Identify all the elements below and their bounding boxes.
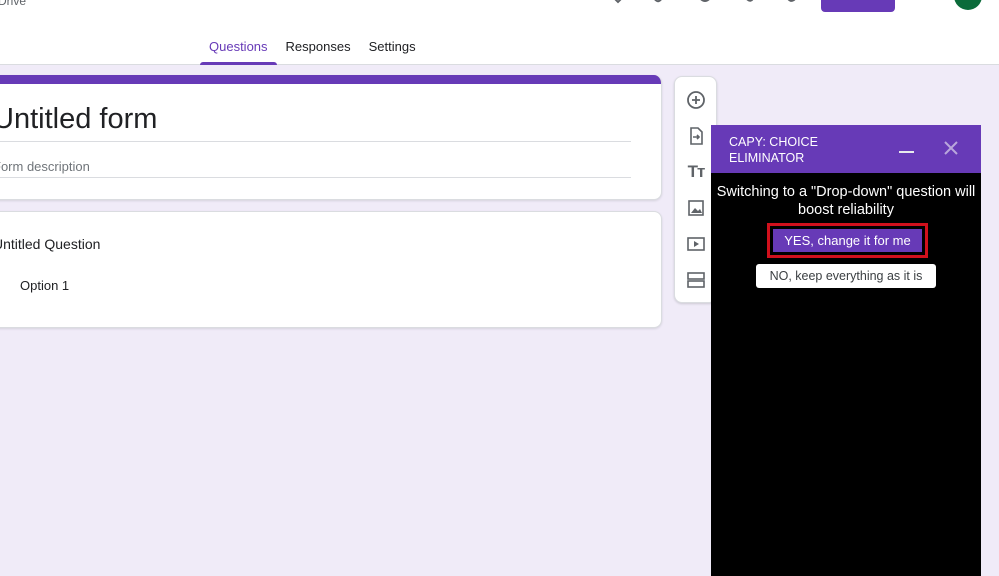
- form-description-field[interactable]: Form description: [0, 159, 90, 174]
- form-tabs: Questions Responses Settings: [200, 33, 425, 65]
- undo-icon[interactable]: [694, 0, 716, 12]
- add-question-icon[interactable]: [685, 89, 707, 111]
- no-keep-button[interactable]: NO, keep everything as it is: [756, 264, 936, 288]
- app-header: Drive Questions Responses Settings: [0, 0, 999, 65]
- form-title-card[interactable]: Untitled form Form description: [0, 75, 662, 200]
- question-card[interactable]: Untitled Question Option 1: [0, 211, 662, 328]
- preview-icon[interactable]: [646, 0, 668, 12]
- add-section-icon[interactable]: [685, 269, 707, 291]
- tab-responses[interactable]: Responses: [277, 33, 360, 65]
- capy-panel: CAPY: CHOICE ELIMINATOR Switching to a "…: [711, 125, 981, 576]
- import-questions-icon[interactable]: [685, 125, 707, 147]
- title-card-accent-bar: [0, 75, 661, 84]
- more-options-icon[interactable]: [914, 0, 936, 12]
- yes-change-button[interactable]: YES, change it for me: [773, 229, 922, 252]
- capy-header: CAPY: CHOICE ELIMINATOR: [711, 125, 981, 173]
- option-label[interactable]: Option 1: [20, 278, 69, 293]
- send-button[interactable]: [821, 0, 895, 12]
- drive-breadcrumb[interactable]: Drive: [0, 0, 26, 8]
- add-title-icon[interactable]: Tт: [685, 161, 707, 183]
- close-icon[interactable]: [942, 139, 960, 157]
- tab-settings[interactable]: Settings: [360, 33, 425, 65]
- capy-title: CAPY: CHOICE ELIMINATOR: [729, 135, 818, 165]
- title-divider: [0, 141, 631, 142]
- palette-icon[interactable]: [607, 0, 629, 12]
- capy-message: Switching to a "Drop-down" question will…: [716, 184, 976, 218]
- minimize-icon[interactable]: [899, 151, 914, 153]
- redo-icon[interactable]: [738, 0, 760, 12]
- description-underline: [0, 177, 631, 178]
- tab-questions[interactable]: Questions: [200, 33, 277, 65]
- add-image-icon[interactable]: [685, 197, 707, 219]
- add-video-icon[interactable]: [685, 233, 707, 255]
- form-title[interactable]: Untitled form: [0, 103, 157, 136]
- question-title[interactable]: Untitled Question: [0, 236, 100, 252]
- avatar[interactable]: [954, 0, 982, 10]
- link-icon[interactable]: [780, 0, 802, 12]
